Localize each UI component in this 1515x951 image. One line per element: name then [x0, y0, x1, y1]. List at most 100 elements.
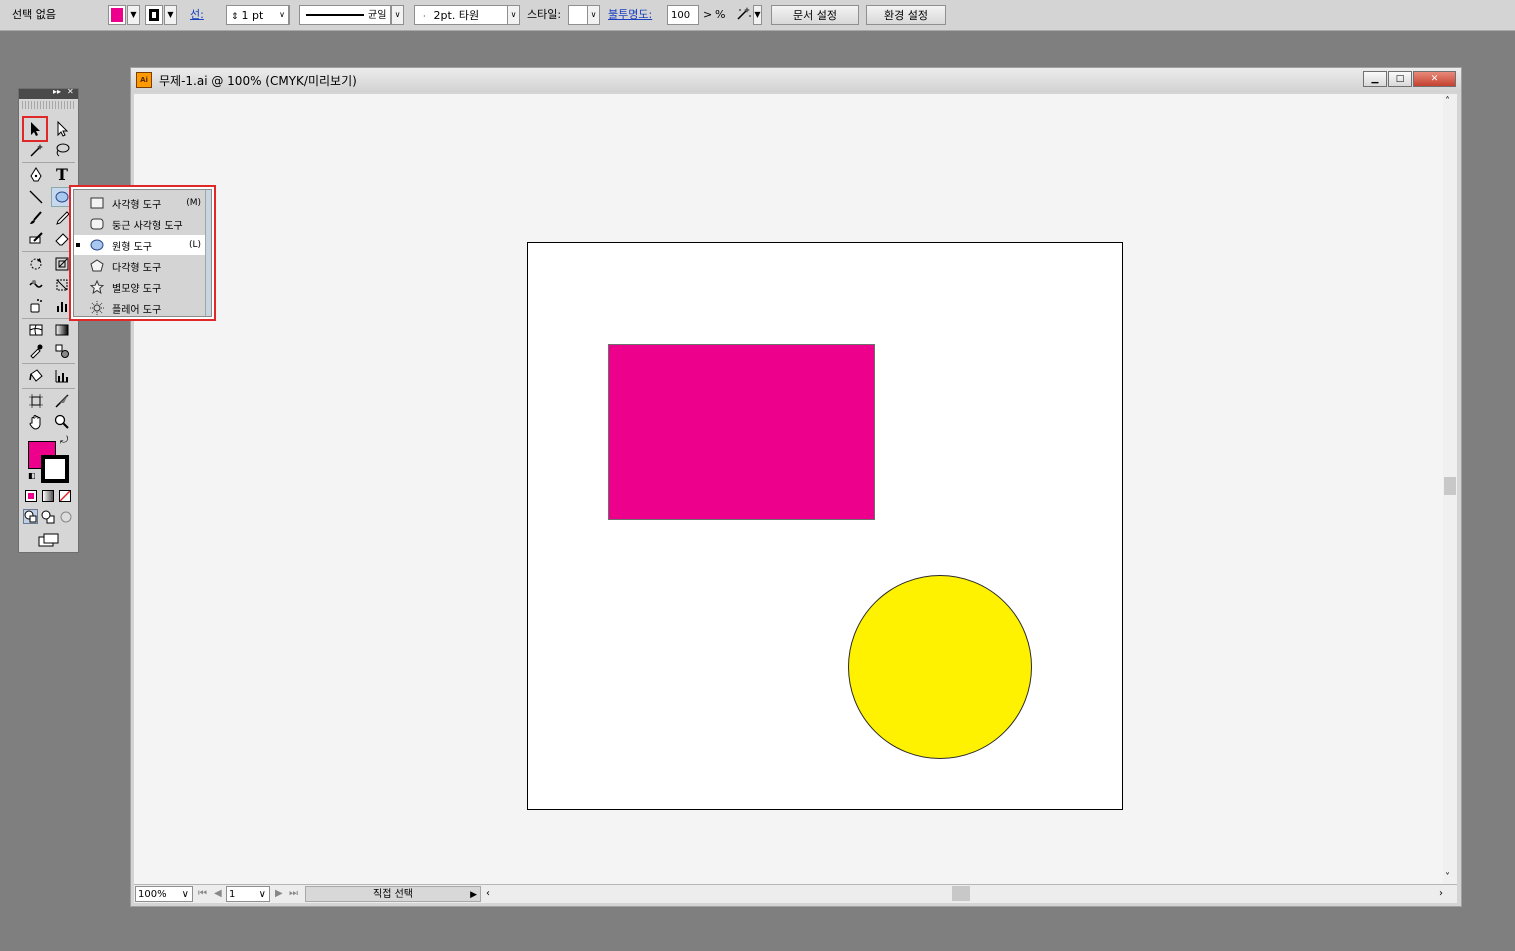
hand-tool-icon[interactable]: [25, 412, 47, 432]
blend-tool-icon[interactable]: [51, 341, 73, 361]
stroke-weight-dropdown[interactable]: ∨: [276, 5, 289, 25]
scroll-up-icon[interactable]: ˄: [1445, 96, 1450, 107]
polygon-icon: [89, 259, 105, 273]
scroll-right-icon[interactable]: ›: [1439, 886, 1443, 902]
opacity-slider-arrow[interactable]: >: [703, 5, 712, 25]
pen-tool-icon[interactable]: [25, 165, 47, 185]
rotate-tool-icon[interactable]: [25, 254, 47, 274]
swap-fill-stroke-icon[interactable]: ⤾: [60, 435, 68, 446]
vertical-scrollbar[interactable]: ˄ ˅: [1443, 94, 1457, 885]
recolor-artwork-icon[interactable]: [735, 5, 753, 25]
zoom-dropdown-icon[interactable]: ∨: [182, 887, 189, 903]
graphic-style-swatch[interactable]: [568, 5, 588, 25]
blob-brush-tool-icon[interactable]: [25, 229, 47, 249]
live-paint-bucket-tool-icon[interactable]: [25, 366, 47, 386]
horizontal-scroll-thumb[interactable]: [952, 886, 970, 901]
tearoff-bar[interactable]: [205, 190, 211, 316]
fill-dropdown-arrow[interactable]: ▼: [127, 5, 140, 25]
tools-divider: [22, 388, 75, 389]
recolor-dropdown[interactable]: ▼: [753, 5, 762, 25]
brush-dropdown[interactable]: ∨: [507, 5, 520, 25]
color-mode-icon[interactable]: [25, 490, 37, 502]
stroke-dropdown-arrow[interactable]: ▼: [164, 5, 177, 25]
yellow-circle[interactable]: [848, 575, 1032, 759]
maximize-button[interactable]: □: [1388, 71, 1412, 87]
zoom-field[interactable]: 100% ∨: [135, 886, 193, 902]
status-menu-arrow-icon[interactable]: ▶: [470, 887, 477, 903]
close-button[interactable]: ✕: [1413, 71, 1456, 87]
stepper-icon[interactable]: ⇕: [231, 12, 239, 22]
slice-tool-icon[interactable]: [51, 391, 73, 411]
close-panel-icon[interactable]: ✕: [67, 87, 74, 96]
none-mode-icon[interactable]: [59, 490, 71, 502]
draw-inside-icon[interactable]: [59, 510, 73, 524]
opacity-field[interactable]: 100: [667, 5, 699, 25]
stroke-color-button[interactable]: [145, 5, 163, 25]
artboard[interactable]: [527, 242, 1123, 810]
magic-wand-tool-icon[interactable]: [25, 140, 47, 160]
minimize-button[interactable]: ▁: [1363, 71, 1387, 87]
page-field[interactable]: 1 ∨: [226, 886, 270, 902]
graph-tool-icon[interactable]: [51, 366, 73, 386]
draw-behind-icon[interactable]: [41, 510, 55, 524]
document-title: 무제-1.ai @ 100% (CMYK/미리보기): [159, 74, 357, 88]
warp-tool-icon[interactable]: [25, 275, 47, 295]
rounded-rectangle-tool-item[interactable]: 둥근 사각형 도구: [74, 214, 205, 234]
illustrator-file-icon: Ai: [136, 72, 152, 88]
gradient-tool-icon[interactable]: [51, 320, 73, 340]
mesh-tool-icon[interactable]: [25, 320, 47, 340]
star-tool-item[interactable]: 별모양 도구: [74, 277, 205, 297]
scroll-left-icon[interactable]: ‹: [486, 886, 490, 902]
selection-status: 선택 없음: [12, 8, 56, 21]
flare-icon: [89, 301, 105, 315]
active-tool-marker: [76, 243, 80, 247]
fill-color-swatch: [111, 8, 123, 22]
zoom-tool-icon[interactable]: [51, 412, 73, 432]
direct-selection-tool-icon[interactable]: [51, 119, 73, 139]
artboard-tool-icon[interactable]: [25, 391, 47, 411]
stroke-panel-link[interactable]: 선:: [190, 5, 204, 25]
first-page-icon[interactable]: ⏮: [198, 886, 207, 902]
polygon-tool-item[interactable]: 다각형 도구: [74, 256, 205, 276]
panel-grip[interactable]: [22, 101, 75, 109]
tools-panel-header[interactable]: ▸▸ ✕: [19, 87, 78, 99]
page-dropdown-icon[interactable]: ∨: [259, 887, 266, 903]
collapse-panel-icon[interactable]: ▸▸: [53, 87, 61, 96]
next-page-icon[interactable]: ▶: [275, 886, 283, 902]
selection-tool-icon[interactable]: [22, 116, 48, 142]
gradient-mode-icon[interactable]: [42, 490, 54, 502]
status-tool-menu[interactable]: 직접 선택 ▶: [305, 886, 481, 902]
rectangle-tool-item[interactable]: 사각형 도구 (M): [74, 193, 205, 213]
draw-normal-icon[interactable]: [23, 509, 38, 524]
preferences-button[interactable]: 환경 설정: [866, 5, 946, 25]
rounded-rectangle-icon: [89, 217, 105, 231]
brush-definition[interactable]: · 2pt. 타원: [414, 5, 508, 25]
prev-page-icon[interactable]: ◀: [214, 886, 222, 902]
line-tool-icon[interactable]: [25, 187, 47, 207]
document-titlebar[interactable]: Ai 무제-1.ai @ 100% (CMYK/미리보기) ▁ □ ✕: [131, 68, 1461, 92]
magenta-rectangle[interactable]: [608, 344, 875, 520]
scroll-down-icon[interactable]: ˅: [1445, 872, 1450, 883]
variable-width-profile[interactable]: 균일: [299, 5, 391, 25]
paintbrush-tool-icon[interactable]: [25, 208, 47, 228]
screen-mode-icon[interactable]: [38, 533, 60, 547]
eyedropper-tool-icon[interactable]: [25, 341, 47, 361]
shape-tools-flyout: 사각형 도구 (M) 둥근 사각형 도구 원형 도구 (L) 다각형 도구 별모…: [69, 185, 216, 321]
stroke-swatch[interactable]: [41, 455, 69, 483]
symbol-sprayer-tool-icon[interactable]: [25, 296, 47, 316]
opacity-panel-link[interactable]: 불투명도:: [608, 5, 652, 25]
lasso-tool-icon[interactable]: [51, 140, 73, 160]
style-dropdown[interactable]: ∨: [587, 5, 600, 25]
type-tool-icon[interactable]: T: [51, 164, 73, 184]
default-colors-icon[interactable]: ◧: [28, 471, 36, 480]
last-page-icon[interactable]: ⏭: [289, 886, 298, 902]
tools-divider: [22, 318, 75, 319]
tools-divider: [22, 162, 75, 163]
ellipse-tool-item[interactable]: 원형 도구 (L): [74, 235, 205, 255]
flyout-menu: 사각형 도구 (M) 둥근 사각형 도구 원형 도구 (L) 다각형 도구 별모…: [73, 189, 212, 317]
document-setup-button[interactable]: 문서 설정: [771, 5, 859, 25]
fill-color-button[interactable]: [108, 5, 126, 25]
vertical-scroll-thumb[interactable]: [1444, 477, 1456, 495]
profile-dropdown[interactable]: ∨: [391, 5, 404, 25]
flare-tool-item[interactable]: 플레어 도구: [74, 298, 205, 318]
